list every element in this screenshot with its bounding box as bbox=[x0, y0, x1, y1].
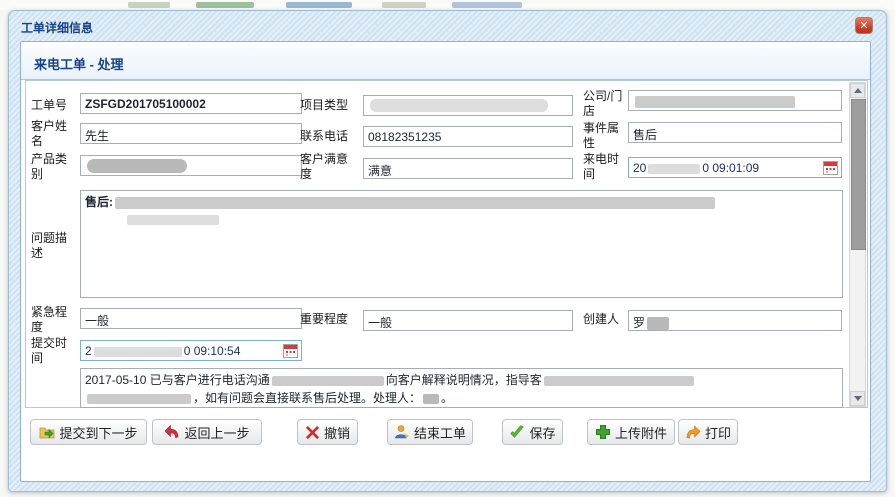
background-blob bbox=[128, 2, 170, 8]
background-blob bbox=[286, 2, 352, 8]
field-label: 产品类别 bbox=[31, 152, 77, 182]
field-label: 问题描述 bbox=[31, 231, 77, 261]
form-scrollbar[interactable] bbox=[849, 82, 866, 407]
project-type-field[interactable] bbox=[363, 95, 573, 116]
order-no-field[interactable]: ZSFGD201705100002 bbox=[80, 93, 302, 114]
field-label: 创建人 bbox=[583, 312, 619, 327]
handling-note-textarea[interactable]: 2017-05-10 已与客户进行电话沟通向客户解释说明情况，指导客 ，如有问题… bbox=[80, 368, 843, 408]
submit-next-button[interactable]: 提交到下一步 bbox=[30, 419, 147, 445]
dialog-titlebar[interactable]: 工单详细信息 ✕ bbox=[9, 11, 886, 41]
back-arrow-icon bbox=[164, 424, 180, 440]
field-label: 联系电话 bbox=[300, 129, 348, 144]
field-label: 重要程度 bbox=[300, 312, 348, 327]
background-blob bbox=[196, 2, 254, 8]
panel-header-title: 来电工单 - 处理 bbox=[34, 54, 124, 73]
screen: 工单详细信息 ✕ 来电工单 - 处理 工单号 ZSFGD201705100002… bbox=[0, 0, 895, 497]
close-icon[interactable]: ✕ bbox=[855, 17, 873, 34]
urgency-field[interactable]: 一般 bbox=[80, 308, 302, 329]
green-plus-icon bbox=[595, 424, 611, 440]
importance-field[interactable]: 一般 bbox=[363, 310, 573, 331]
call-time-field[interactable]: 200 09:01:09 bbox=[628, 157, 842, 178]
back-previous-button[interactable]: 返回上一步 bbox=[152, 419, 262, 445]
print-button[interactable]: 打印 bbox=[678, 419, 738, 445]
calendar-icon[interactable] bbox=[283, 343, 298, 358]
customer-name-field[interactable]: 先生 bbox=[80, 123, 302, 144]
panel-header: 来电工单 - 处理 bbox=[21, 42, 870, 80]
background-page-strip bbox=[0, 0, 895, 10]
field-label: 来电时间 bbox=[583, 152, 629, 182]
field-label: 事件属性 bbox=[583, 121, 629, 151]
revoke-button[interactable]: 撤销 bbox=[297, 419, 358, 445]
save-button[interactable]: 保存 bbox=[502, 419, 563, 445]
scroll-down-icon[interactable] bbox=[850, 391, 865, 406]
field-label: 工单号 bbox=[31, 98, 67, 113]
field-label: 提交时间 bbox=[31, 336, 77, 366]
field-label: 客户满意度 bbox=[300, 152, 352, 182]
scrollbar-thumb[interactable] bbox=[851, 99, 866, 250]
green-check-icon bbox=[509, 424, 525, 440]
background-blob bbox=[452, 2, 522, 8]
event-attribute-field[interactable]: 售后 bbox=[628, 122, 842, 143]
orange-arrow-icon bbox=[685, 424, 701, 440]
scroll-up-icon[interactable] bbox=[850, 83, 865, 98]
submit-time-field[interactable]: 20 09:10:54 bbox=[80, 340, 302, 361]
satisfaction-field[interactable]: 满意 bbox=[363, 158, 573, 179]
field-label: 客户姓名 bbox=[31, 119, 77, 149]
person-icon bbox=[394, 424, 410, 440]
field-label: 紧急程度 bbox=[31, 305, 77, 335]
field-label: 公司/门店 bbox=[583, 89, 629, 119]
problem-description-textarea[interactable]: 售后: bbox=[80, 190, 843, 298]
product-category-field[interactable] bbox=[80, 155, 302, 176]
company-store-field[interactable] bbox=[628, 90, 842, 111]
creator-field[interactable]: 罗 bbox=[628, 310, 842, 331]
calendar-icon[interactable] bbox=[823, 160, 838, 175]
end-order-button[interactable]: 结束工单 bbox=[387, 419, 473, 445]
field-label: 项目类型 bbox=[300, 98, 348, 113]
contact-phone-field[interactable]: 08182351235 bbox=[363, 126, 573, 147]
upload-attachment-button[interactable]: 上传附件 bbox=[587, 419, 675, 445]
dialog-title: 工单详细信息 bbox=[21, 19, 93, 36]
submit-next-icon bbox=[39, 424, 55, 440]
red-x-icon bbox=[305, 425, 320, 440]
background-blob bbox=[382, 2, 426, 8]
